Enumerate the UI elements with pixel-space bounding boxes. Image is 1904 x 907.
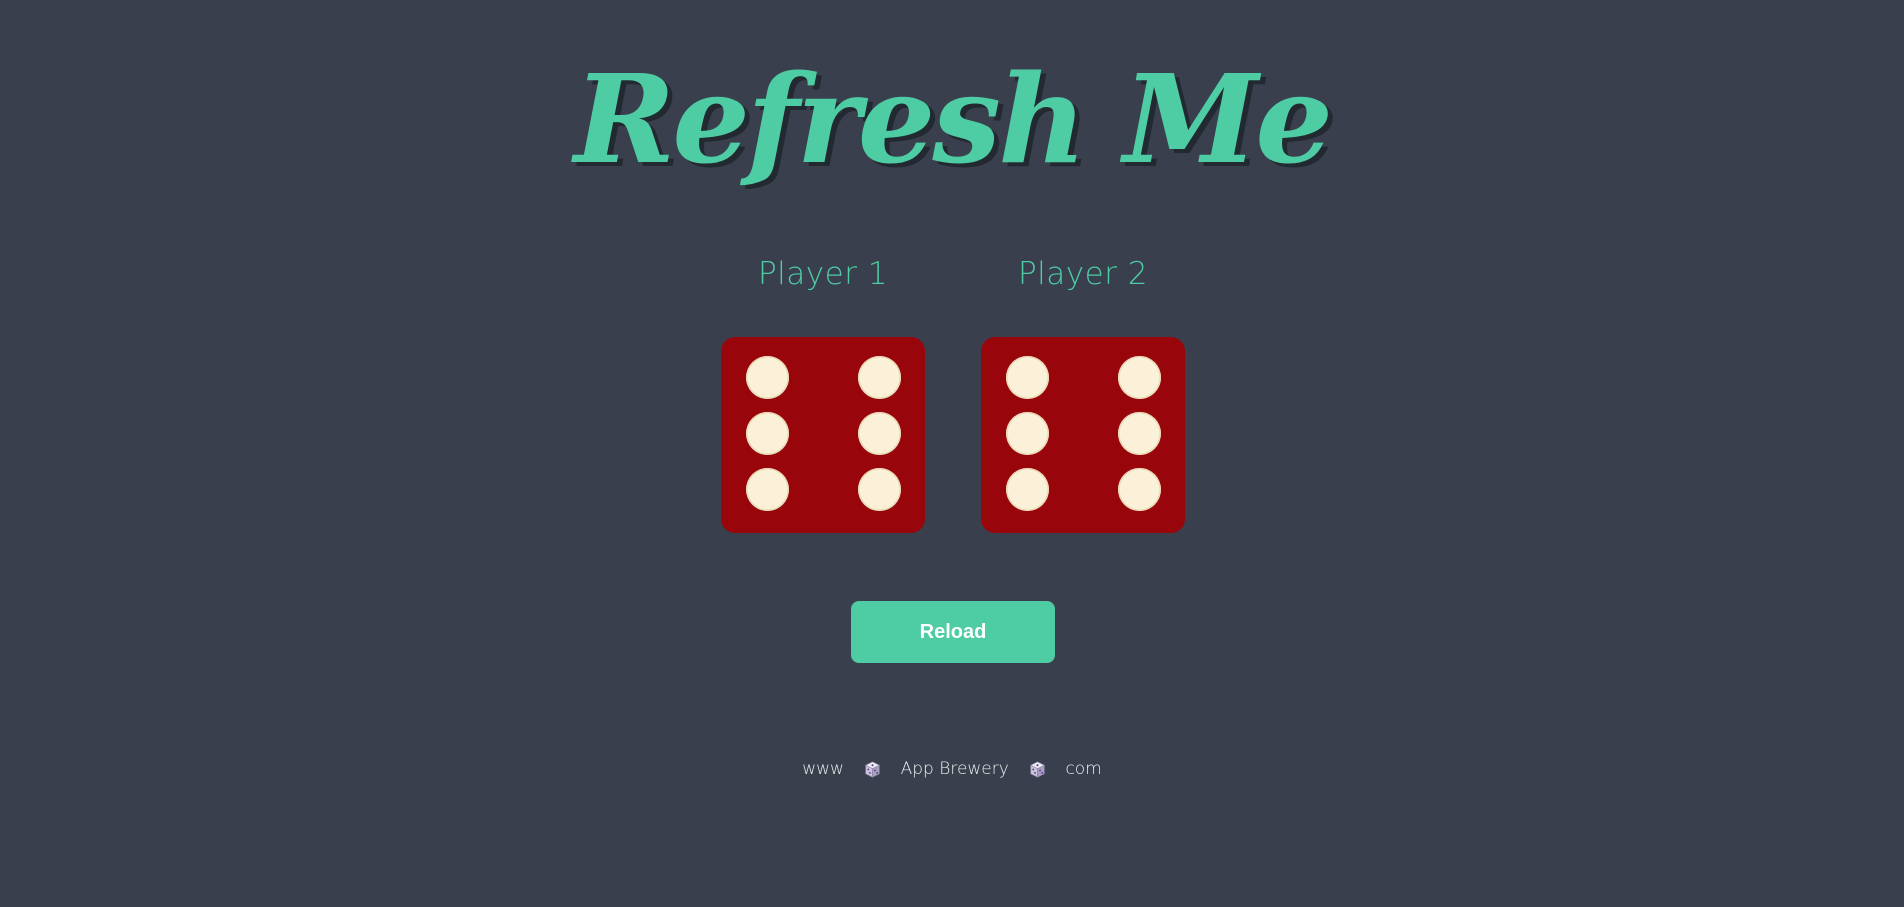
footer-text-brand: App Brewery [900,759,1009,779]
player-1-die [721,337,925,533]
player-2-die [981,337,1185,533]
die-pip [746,356,789,399]
game-die-icon [1029,760,1045,778]
footer: www App Brewery com [0,756,1904,782]
game-die-icon [864,760,880,778]
die-pip [1118,468,1161,511]
page: Refresh Me Player 1 Player 2 Reload www [0,0,1904,907]
die-pip [1118,356,1161,399]
die-pip [1118,412,1161,455]
footer-text-com: com [1065,759,1102,779]
die-pip [858,468,901,511]
player-2-label: Player 2 [1017,256,1149,292]
die-pip [1006,468,1049,511]
die-pip [746,412,789,455]
die-pip [858,356,901,399]
die-pip [858,412,901,455]
footer-text-www: www [802,759,844,779]
reload-button[interactable]: Reload [851,601,1055,663]
player-1-label: Player 1 [757,256,889,292]
die-pip [746,468,789,511]
die-pip [1006,412,1049,455]
die-pip [1006,356,1049,399]
page-title: Refresh Me [574,47,1333,191]
